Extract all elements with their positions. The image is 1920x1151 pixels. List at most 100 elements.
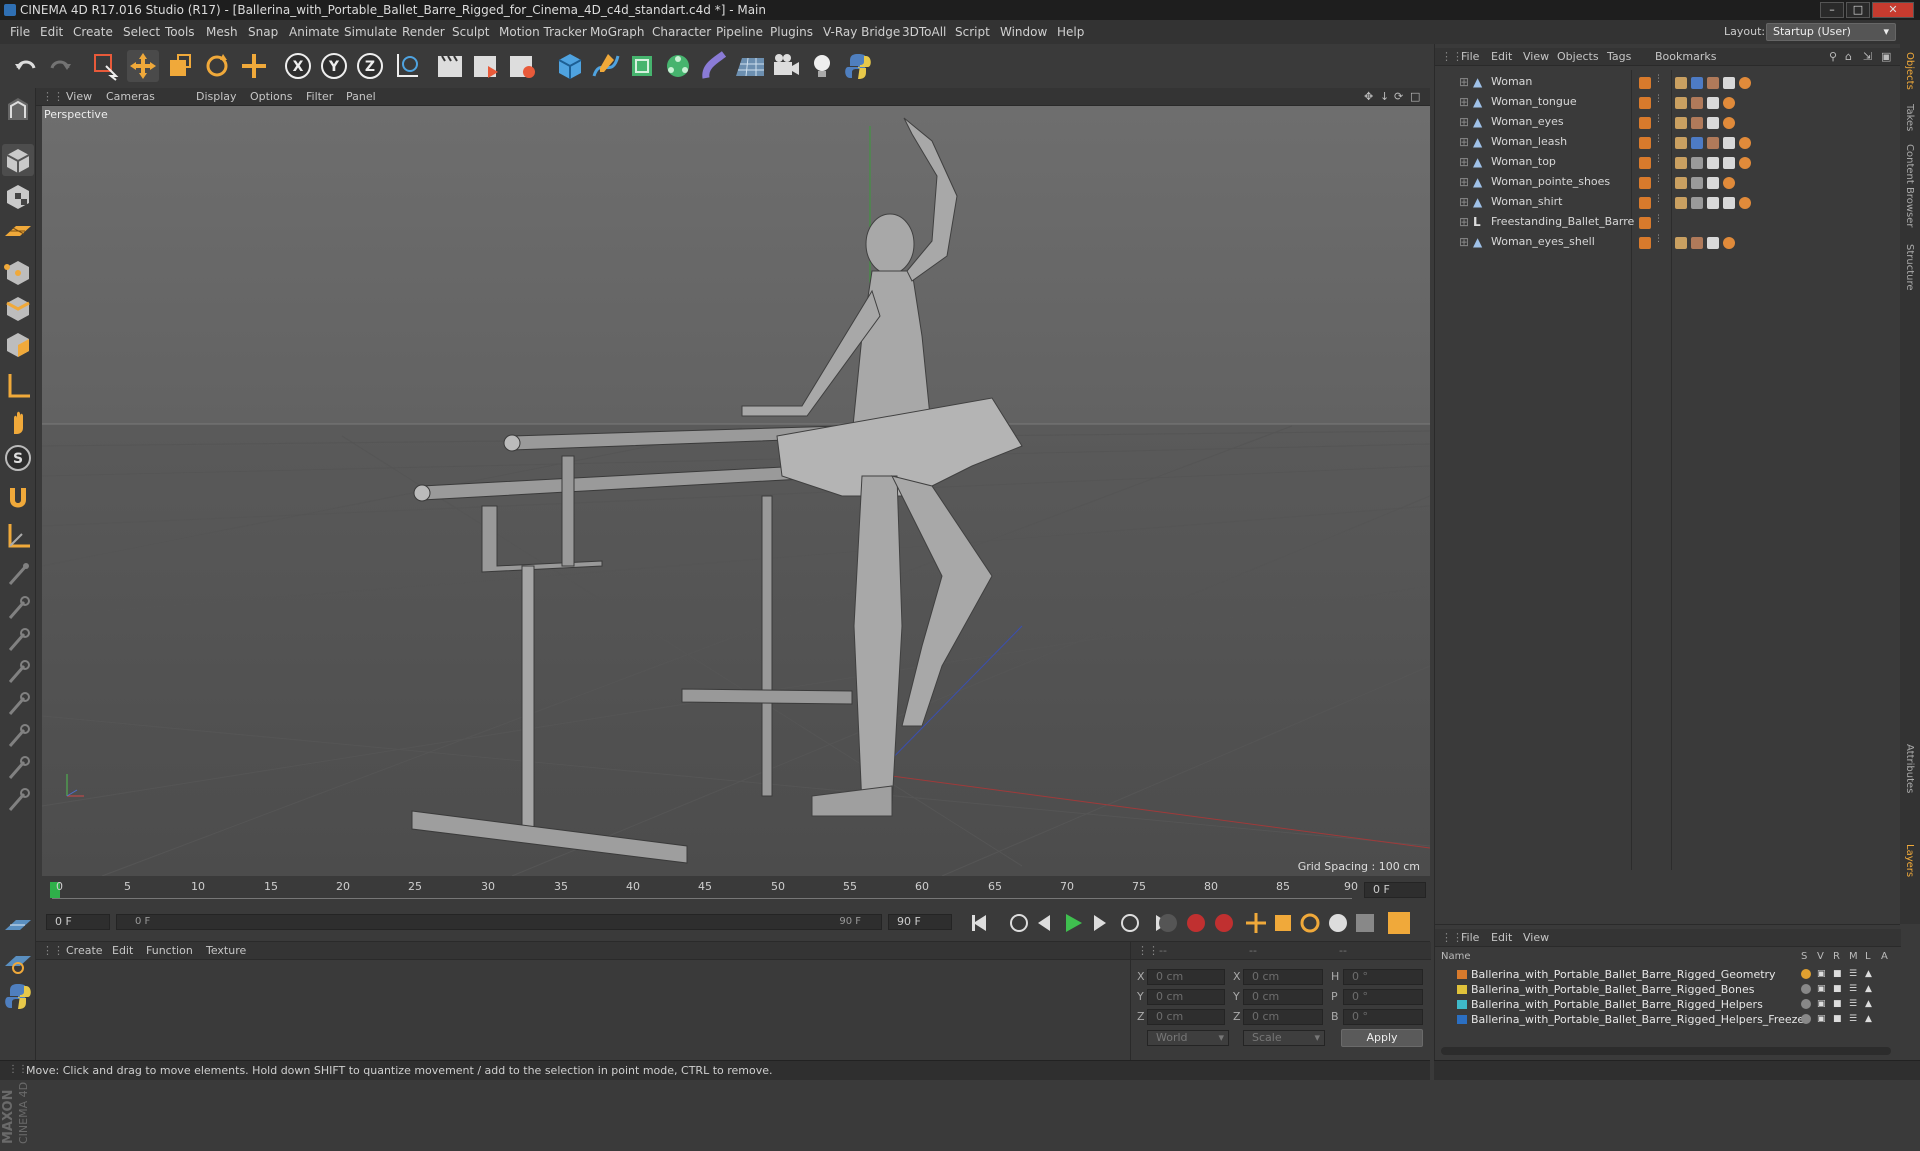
grey-material-icon[interactable] (1691, 157, 1703, 169)
menu-edit[interactable]: Edit (40, 20, 63, 44)
om-menu-tags[interactable]: Tags (1607, 48, 1631, 66)
visibility-dots-icon[interactable]: ⋮ (1654, 234, 1663, 244)
menu-animate[interactable]: Animate (289, 20, 339, 44)
layer-color-swatch[interactable] (1457, 1015, 1467, 1024)
minimize-button[interactable]: – (1820, 2, 1844, 18)
make-editable-button[interactable] (2, 94, 34, 126)
expand-icon[interactable]: ⊞ (1459, 235, 1469, 249)
manager-toggle-icon[interactable]: ☰ (1849, 1014, 1857, 1024)
size-x-field[interactable]: 0 cm (1243, 969, 1323, 985)
menu-motion-tracker[interactable]: Motion Tracker (499, 20, 587, 44)
add-light-button[interactable] (806, 50, 838, 82)
transform-tool-button[interactable] (238, 50, 270, 82)
material-menu-edit[interactable]: Edit (112, 942, 133, 960)
size-y-field[interactable]: 0 cm (1243, 989, 1323, 1005)
visibility-dots-icon[interactable]: ⋮ (1654, 134, 1663, 144)
checker-material-icon[interactable] (1723, 77, 1735, 89)
texture-tag-icon[interactable] (1675, 117, 1687, 129)
render-toggle-icon[interactable]: ■ (1833, 999, 1842, 1009)
om-menu-edit[interactable]: Edit (1491, 48, 1512, 66)
tweak-mode-button[interactable] (2, 406, 34, 438)
undo-button[interactable] (10, 50, 42, 82)
object-row-woman-tongue[interactable]: ⊞ ▲ Woman_tongue ⋮ (1435, 92, 1895, 112)
material-tag-icon[interactable] (1707, 77, 1719, 89)
material-menu-texture[interactable]: Texture (206, 942, 246, 960)
menu-plugins[interactable]: Plugins (770, 20, 813, 44)
close-button[interactable]: ✕ (1872, 2, 1914, 18)
visibility-toggle-icon[interactable]: ▣ (1817, 1014, 1826, 1024)
manager-toggle-icon[interactable]: ☰ (1849, 984, 1857, 994)
expand-icon[interactable]: ⊞ (1459, 115, 1469, 129)
ik-tag-icon[interactable] (1739, 77, 1751, 89)
pos-y-field[interactable]: 0 cm (1147, 989, 1225, 1005)
object-row-woman-shirt[interactable]: ⊞ ▲ Woman_shirt ⋮ (1435, 192, 1895, 212)
expand-icon[interactable]: ⊞ (1459, 155, 1469, 169)
layer-menu-file[interactable]: File (1461, 929, 1479, 947)
x-axis-toggle[interactable]: X (282, 50, 314, 82)
pos-z-field[interactable]: 0 cm (1147, 1009, 1225, 1025)
material-tag-icon[interactable] (1691, 97, 1703, 109)
checker-material-icon[interactable] (1707, 97, 1719, 109)
ik-tag-icon[interactable] (1739, 197, 1751, 209)
menu-script[interactable]: Script (955, 20, 990, 44)
texture-tag-icon[interactable] (1675, 97, 1687, 109)
checker-material-icon[interactable] (1707, 117, 1719, 129)
texture-tag-icon[interactable] (1675, 77, 1687, 89)
material-tag-icon[interactable] (1691, 237, 1703, 249)
size-z-field[interactable]: 0 cm (1243, 1009, 1323, 1025)
add-mograph-button[interactable] (662, 50, 694, 82)
checker-material-icon[interactable] (1723, 137, 1735, 149)
expand-icon[interactable]: ⊞ (1459, 95, 1469, 109)
menu-simulate[interactable]: Simulate (344, 20, 397, 44)
add-environment-button[interactable] (734, 50, 766, 82)
menu-vray-bridge[interactable]: V-Ray Bridge (823, 20, 900, 44)
checker-material-icon[interactable] (1707, 197, 1719, 209)
visibility-dots-icon[interactable]: ⋮ (1654, 114, 1663, 124)
ik-tag-icon[interactable] (1723, 177, 1735, 189)
grey-material-icon[interactable] (1691, 197, 1703, 209)
viewport-menu-panel[interactable]: Panel (346, 88, 376, 106)
hierarchy-icon[interactable]: ⇲ (1863, 48, 1872, 66)
ik-tag-icon[interactable] (1739, 157, 1751, 169)
visibility-toggle-icon[interactable]: ▣ (1817, 999, 1826, 1009)
render-to-picture-viewer-button[interactable] (470, 50, 502, 82)
render-toggle-icon[interactable]: ■ (1833, 984, 1842, 994)
expand-icon[interactable]: ⊞ (1459, 215, 1469, 229)
solo-toggle-icon[interactable] (1801, 969, 1811, 979)
menu-3dtoall[interactable]: 3DToAll (902, 20, 946, 44)
weight-tag-icon[interactable] (1691, 137, 1703, 149)
layer-row-bones[interactable]: Ballerina_with_Portable_Ballet_Barre_Rig… (1435, 982, 1895, 997)
lock-toggle-icon[interactable]: ▲ (1865, 999, 1872, 1009)
viewport-canvas[interactable]: Perspective Grid Spacing : 100 cm (42, 106, 1430, 876)
snap-settings-button[interactable] (2, 908, 34, 940)
texture-tag-icon[interactable] (1675, 137, 1687, 149)
solo-toggle-icon[interactable] (1801, 1014, 1811, 1024)
lock-toggle-icon[interactable]: ▲ (1865, 969, 1872, 979)
rot-p-field[interactable]: 0 ° (1343, 989, 1423, 1005)
layer-menu-view[interactable]: View (1523, 929, 1549, 947)
viewport-menu-view[interactable]: View (66, 88, 92, 106)
move-tool-button[interactable] (127, 50, 159, 82)
brush-tool-button-2[interactable] (2, 688, 34, 720)
ik-tag-icon[interactable] (1723, 117, 1735, 129)
menu-window[interactable]: Window (1000, 20, 1047, 44)
om-menu-bookmarks[interactable]: Bookmarks (1655, 48, 1716, 66)
render-toggle-icon[interactable]: ■ (1833, 1014, 1842, 1024)
joint-tool-button[interactable] (2, 558, 34, 590)
python-script-button[interactable] (842, 50, 874, 82)
visibility-dots-icon[interactable]: ⋮ (1654, 154, 1663, 164)
texture-tag-icon[interactable] (1675, 177, 1687, 189)
texture-tag-icon[interactable] (1675, 197, 1687, 209)
lock-toggle-icon[interactable]: ▲ (1865, 1014, 1872, 1024)
viewport-maximize-icon[interactable]: □ (1410, 88, 1420, 106)
menu-mograph[interactable]: MoGraph (590, 20, 645, 44)
texture-tag-icon[interactable] (1675, 157, 1687, 169)
edges-mode-button[interactable] (2, 292, 34, 324)
object-row-woman-eyes-shell[interactable]: ⊞ ▲ Woman_eyes_shell ⋮ (1435, 232, 1895, 252)
expand-icon[interactable]: ⊞ (1459, 175, 1469, 189)
lock-workplane-button[interactable] (2, 944, 34, 976)
z-axis-toggle[interactable]: Z (354, 50, 386, 82)
layer-color-swatch[interactable] (1457, 985, 1467, 994)
om-menu-file[interactable]: File (1461, 48, 1479, 66)
weight-tag-icon[interactable] (1691, 77, 1703, 89)
